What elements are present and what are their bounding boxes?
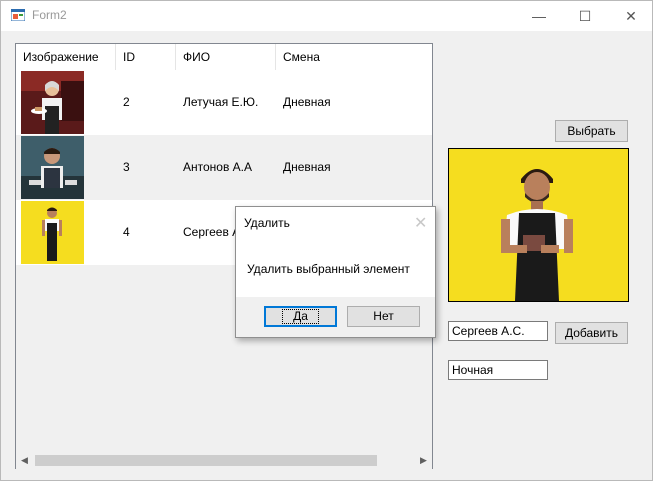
name-field[interactable]: Сергеев А.С. [448, 321, 548, 341]
scroll-left-icon[interactable]: ◀ [16, 452, 33, 469]
dialog-close-icon[interactable]: ✕ [414, 213, 427, 233]
dialog-message: Удалить выбранный элемент [247, 262, 410, 276]
delete-dialog: Удалить ✕ Удалить выбранный элемент Да Н… [235, 206, 436, 338]
cell-shift: Дневная [283, 160, 331, 174]
add-button[interactable]: Добавить [555, 322, 628, 344]
table-row[interactable]: 2 Летучая Е.Ю. Дневная [16, 70, 432, 135]
column-header-id[interactable]: ID [116, 44, 176, 70]
horizontal-scrollbar[interactable]: ◀ ▶ [16, 452, 432, 469]
no-button-label: Нет [373, 309, 394, 323]
cell-shift: Дневная [283, 95, 331, 109]
scroll-right-icon[interactable]: ▶ [415, 452, 432, 469]
cell-id: 4 [123, 225, 130, 239]
scrollbar-thumb[interactable] [35, 455, 377, 466]
cell-fio: Антонов А.А [183, 160, 253, 174]
waiter-photo [21, 136, 84, 199]
yes-button[interactable]: Да [264, 306, 337, 327]
selected-employee-photo [448, 148, 629, 302]
close-icon: ✕ [625, 7, 637, 24]
column-header-fio[interactable]: ФИО [176, 44, 276, 70]
waitress-photo [21, 71, 84, 134]
shift-field[interactable]: Ночная [448, 360, 548, 380]
column-header-shift[interactable]: Смена [276, 44, 432, 70]
cell-id: 3 [123, 160, 130, 174]
maximize-icon: ☐ [578, 7, 592, 24]
window-title: Form2 [32, 8, 67, 22]
table-row[interactable]: 3 Антонов А.А Дневная [16, 135, 432, 200]
column-header-image[interactable]: Изображение [16, 44, 116, 70]
select-button[interactable]: Выбрать [555, 120, 628, 142]
app-form-icon [10, 8, 26, 22]
cell-fio: Летучая Е.Ю. [183, 95, 259, 109]
dialog-footer: Да Нет [236, 297, 435, 337]
no-button[interactable]: Нет [347, 306, 420, 327]
form2-window: Form2 — ☐ ✕ Изображение ID ФИО Смена 2 Л… [0, 0, 653, 481]
maximize-button[interactable]: ☐ [562, 1, 608, 31]
cell-id: 2 [123, 95, 130, 109]
minimize-button[interactable]: — [516, 1, 562, 31]
grid-header: Изображение ID ФИО Смена [16, 44, 432, 70]
yes-button-label: Да [282, 309, 319, 324]
close-button[interactable]: ✕ [608, 1, 653, 31]
minimize-icon: — [532, 8, 546, 24]
waiter-yellow-photo [21, 201, 84, 264]
title-bar: Form2 — ☐ ✕ [1, 1, 652, 31]
dialog-title: Удалить [244, 216, 290, 230]
